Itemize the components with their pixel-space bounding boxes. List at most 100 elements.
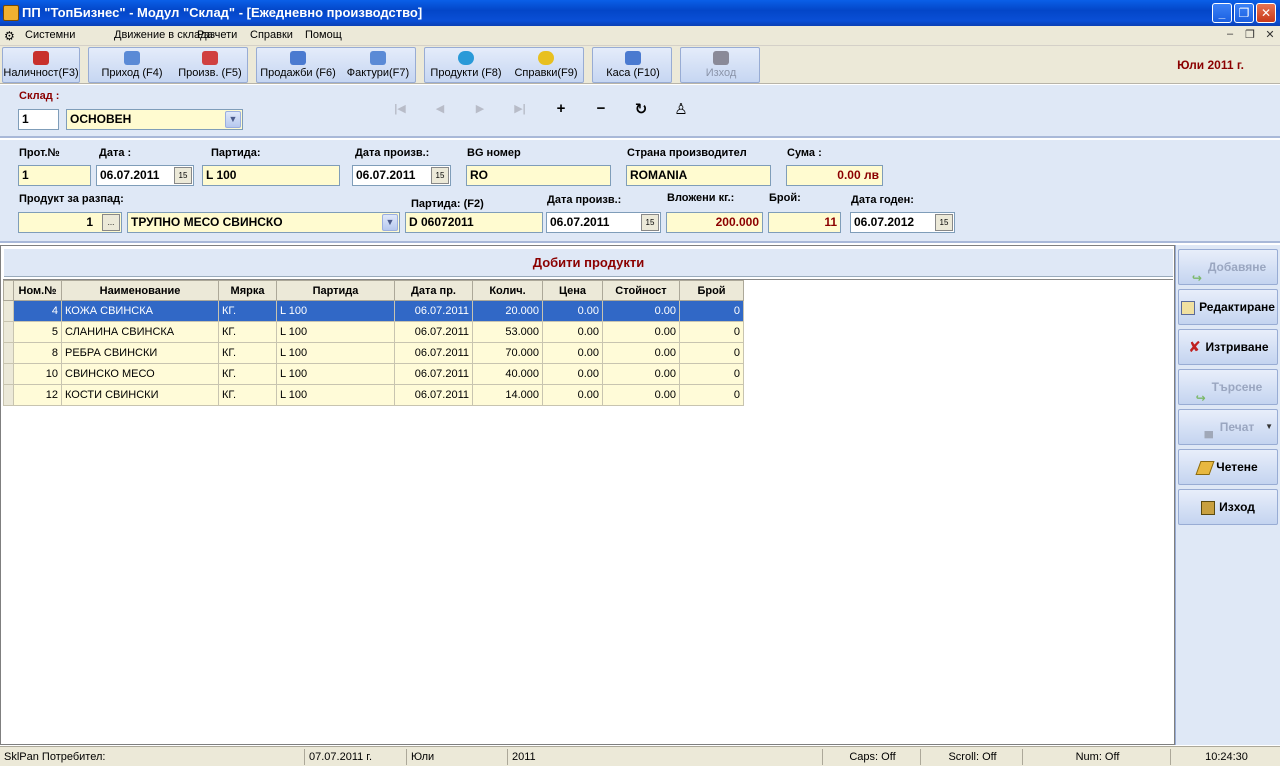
menu-accounts[interactable]: Разчети [197,29,237,41]
table-row[interactable]: 8 РЕБРА СВИНСКИ КГ. L 100 06.07.2011 70.… [3,342,744,364]
cell-value: 0.00 [602,321,680,343]
col-unit[interactable]: Мярка [218,280,277,301]
bar-chart-icon [33,51,49,65]
warehouse-select[interactable]: ОСНОВЕН ▼ [66,109,243,130]
add-button[interactable]: ↪ Добавяне [1178,249,1278,285]
cell-batch: L 100 [276,321,395,343]
cell-unit: КГ. [218,384,277,406]
menu-systems[interactable]: Системни [25,29,75,41]
cell-date: 06.07.2011 [394,384,473,406]
delete-button[interactable]: ✘ Изтриване [1178,329,1278,365]
calendar-icon[interactable]: 15 [431,167,449,184]
prod-date2-field[interactable]: 06.07.2011 15 [546,212,661,233]
delete-x-icon: ✘ [1188,338,1201,356]
col-batch[interactable]: Партида [276,280,395,301]
app-window: ПП "ТопБизнес" - Модул "Склад" - [Ежедне… [0,0,1280,766]
document-panel: Прот.№ 1 Дата : 06.07.2011 15 Партида: L… [0,140,1280,243]
cell-name: КОСТИ СВИНСКИ [61,384,219,406]
browse-icon[interactable]: ... [102,214,120,231]
refresh-icon[interactable]: ↻ [631,100,651,118]
post-icon[interactable]: ♙ [671,100,691,118]
exit-button[interactable]: Изход [1178,489,1278,525]
edit-button[interactable]: Редактиране [1178,289,1278,325]
cell-price: 0.00 [542,363,603,385]
calendar-icon[interactable]: 15 [641,214,659,231]
calendar-icon[interactable]: 15 [935,214,953,231]
exit-door-icon [1201,500,1216,515]
col-count[interactable]: Брой [679,280,744,301]
row-indicator-header [3,280,14,301]
production-button[interactable]: Произв. (F5) [175,48,245,82]
batch-field[interactable]: L 100 [202,165,340,186]
reports-button[interactable]: Справки(F9) [509,48,583,82]
batch2-field[interactable]: D 06072011 [405,212,543,233]
mdi-close-icon[interactable]: ✕ [1262,28,1278,41]
table-row[interactable]: 10 СВИНСКО МЕСО КГ. L 100 06.07.2011 40.… [3,363,744,385]
count-label: Брой: [769,192,801,204]
last-record-icon[interactable]: ▶| [510,102,530,115]
count-field[interactable]: 11 [768,212,841,233]
products-grid[interactable]: Ном.№ Наименование Мярка Партида Дата пр… [3,279,1173,744]
menu-reports[interactable]: Справки [250,29,293,41]
cell-name: СВИНСКО МЕСО [61,363,219,385]
table-row[interactable]: 4 КОЖА СВИНСКА КГ. L 100 06.07.2011 20.0… [3,300,744,322]
cell-unit: КГ. [218,342,277,364]
next-record-icon[interactable]: ▶ [470,102,490,115]
cash-icon [625,51,641,65]
exit-toolbar-button[interactable]: Изход [683,48,759,82]
calendar-icon[interactable]: 15 [174,167,192,184]
mdi-restore-icon[interactable]: ❐ [1242,28,1258,41]
kg-label: Вложени кг.: [667,192,735,204]
cash-button[interactable]: Каса (F10) [595,48,671,82]
print-button[interactable]: ▀ Печат ▼ [1178,409,1278,445]
product-code-value: 1 [86,215,93,229]
expiry-field[interactable]: 06.07.2012 15 [850,212,955,233]
cell-number: 5 [13,321,62,343]
status-caps: Caps: Off [822,749,918,765]
chevron-down-icon[interactable]: ▼ [225,111,241,128]
remove-record-icon[interactable]: − [591,100,611,117]
cell-batch: L 100 [276,384,395,406]
add-record-icon[interactable]: + [551,100,571,117]
prod-date-field[interactable]: 06.07.2011 15 [352,165,451,186]
date-field[interactable]: 06.07.2011 15 [96,165,194,186]
menu-help[interactable]: Помощ [305,29,342,41]
row-indicator [3,321,14,343]
cell-name: РЕБРА СВИНСКИ [61,342,219,364]
prot-field[interactable]: 1 [18,165,91,186]
first-record-icon[interactable]: |◀ [390,102,410,115]
gear-icon[interactable]: ⚙ [4,29,15,43]
chevron-down-icon[interactable]: ▼ [1265,410,1273,444]
products-button[interactable]: Продукти (F8) [427,48,505,82]
minimize-button[interactable]: _ [1212,3,1232,23]
table-row[interactable]: 12 КОСТИ СВИНСКИ КГ. L 100 06.07.2011 14… [3,384,744,406]
cell-count: 0 [679,384,744,406]
col-number[interactable]: Ном.№ [13,280,62,301]
sales-button[interactable]: Продажби (F6) [259,48,337,82]
table-row[interactable]: 5 СЛАНИНА СВИНСКА КГ. L 100 06.07.2011 5… [3,321,744,343]
chevron-down-icon[interactable]: ▼ [382,214,398,231]
invoices-button[interactable]: Фактури(F7) [341,48,415,82]
maximize-button[interactable]: ❐ [1234,3,1254,23]
income-button[interactable]: Приход (F4) [93,48,171,82]
mdi-minimize-icon[interactable]: – [1222,28,1238,41]
expiry-label: Дата годен: [851,194,914,206]
prev-record-icon[interactable]: ◀ [430,102,450,115]
bg-field[interactable]: RO [466,165,611,186]
read-button[interactable]: Четене [1178,449,1278,485]
col-name[interactable]: Наименование [61,280,219,301]
close-button[interactable]: ✕ [1256,3,1276,23]
col-value[interactable]: Стойност [602,280,680,301]
product-code-field[interactable]: 1 ... [18,212,122,233]
col-qty[interactable]: Колич. [472,280,543,301]
product-select[interactable]: ТРУПНО МЕСО СВИНСКО ▼ [127,212,400,233]
country-field[interactable]: ROMANIA [626,165,771,186]
cell-number: 8 [13,342,62,364]
warehouse-code-field[interactable]: 1 [18,109,59,130]
col-date[interactable]: Дата пр. [394,280,473,301]
kg-field[interactable]: 200.000 [666,212,763,233]
col-price[interactable]: Цена [542,280,603,301]
stock-button[interactable]: Наличност(F3) [3,48,79,82]
search-button[interactable]: ↪ Търсене [1178,369,1278,405]
grid-title: Добити продукти [4,249,1173,277]
